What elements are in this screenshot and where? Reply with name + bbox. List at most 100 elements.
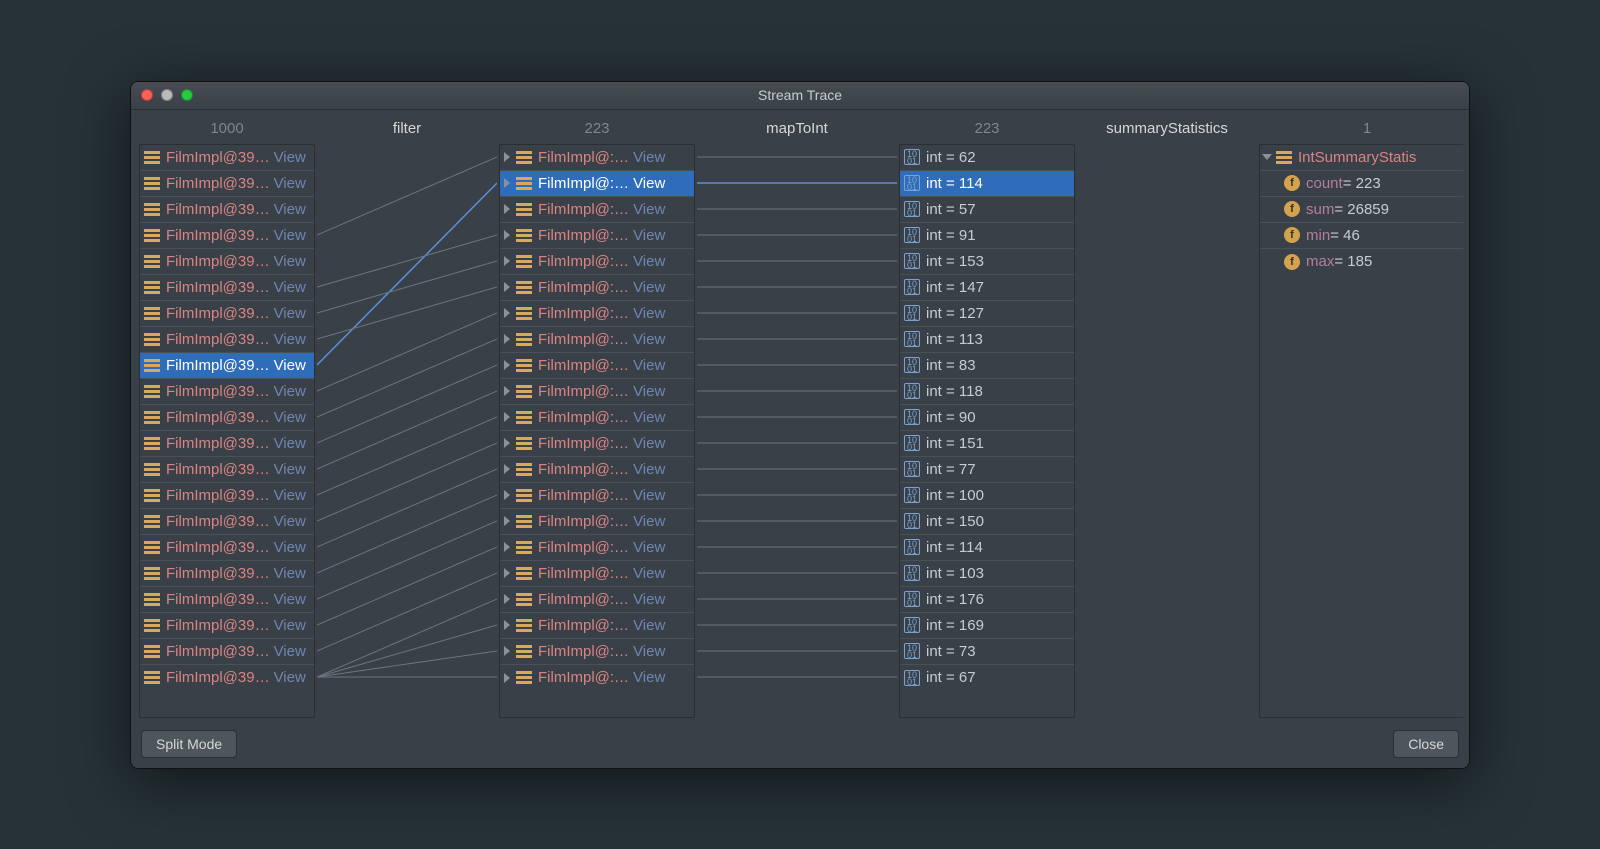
chevron-right-icon[interactable] (504, 542, 510, 552)
summary-field[interactable]: fcount = 223 (1260, 171, 1463, 197)
list-item[interactable]: FilmImpl@:…View (500, 275, 694, 301)
view-link[interactable]: View (274, 565, 306, 582)
list-item[interactable]: FilmImpl@39…View (140, 405, 314, 431)
list-item[interactable]: int = 62 (900, 145, 1074, 171)
chevron-right-icon[interactable] (504, 256, 510, 266)
list-item[interactable]: int = 77 (900, 457, 1074, 483)
list-item[interactable]: FilmImpl@:…View (500, 353, 694, 379)
list-item[interactable]: FilmImpl@39…View (140, 613, 314, 639)
list-item[interactable]: FilmImpl@39…View (140, 301, 314, 327)
view-link[interactable]: View (633, 435, 665, 452)
list-item[interactable]: FilmImpl@39…View (140, 353, 314, 379)
list-item[interactable]: int = 113 (900, 327, 1074, 353)
list-item[interactable]: FilmImpl@39…View (140, 249, 314, 275)
view-link[interactable]: View (633, 357, 665, 374)
view-link[interactable]: View (274, 383, 306, 400)
chevron-right-icon[interactable] (504, 230, 510, 240)
list-item[interactable]: FilmImpl@39…View (140, 197, 314, 223)
summary-panel[interactable]: IntSummaryStatisfcount = 223fsum = 26859… (1259, 144, 1463, 718)
list-item[interactable]: FilmImpl@:…View (500, 431, 694, 457)
list-item[interactable]: FilmImpl@39…View (140, 535, 314, 561)
list-item[interactable]: FilmImpl@39…View (140, 327, 314, 353)
window-minimize-icon[interactable] (161, 89, 173, 101)
list-item[interactable]: FilmImpl@39…View (140, 587, 314, 613)
view-link[interactable]: View (633, 227, 665, 244)
list-item[interactable]: int = 151 (900, 431, 1074, 457)
list-item[interactable]: FilmImpl@:…View (500, 327, 694, 353)
view-link[interactable]: View (274, 201, 306, 218)
chevron-right-icon[interactable] (504, 386, 510, 396)
list-item[interactable]: FilmImpl@39…View (140, 223, 314, 249)
view-link[interactable]: View (633, 513, 665, 530)
view-link[interactable]: View (633, 409, 665, 426)
view-link[interactable]: View (274, 279, 306, 296)
chevron-right-icon[interactable] (504, 438, 510, 448)
view-link[interactable]: View (633, 331, 665, 348)
list-item[interactable]: int = 147 (900, 275, 1074, 301)
view-link[interactable]: View (633, 591, 665, 608)
list-item[interactable]: FilmImpl@:…View (500, 223, 694, 249)
list-item[interactable]: FilmImpl@39…View (140, 379, 314, 405)
list-item[interactable]: FilmImpl@:…View (500, 639, 694, 665)
summary-field[interactable]: fmin = 46 (1260, 223, 1463, 249)
list-item[interactable]: FilmImpl@:…View (500, 197, 694, 223)
chevron-right-icon[interactable] (504, 412, 510, 422)
source-panel[interactable]: FilmImpl@39…ViewFilmImpl@39…ViewFilmImpl… (139, 144, 315, 718)
list-item[interactable]: int = 103 (900, 561, 1074, 587)
view-link[interactable]: View (274, 357, 306, 374)
view-link[interactable]: View (274, 305, 306, 322)
list-item[interactable]: FilmImpl@:…View (500, 301, 694, 327)
list-item[interactable]: FilmImpl@39…View (140, 639, 314, 665)
int-result-panel[interactable]: int = 62int = 114int = 57int = 91int = 1… (899, 144, 1075, 718)
list-item[interactable]: int = 176 (900, 587, 1074, 613)
view-link[interactable]: View (633, 149, 665, 166)
view-link[interactable]: View (274, 227, 306, 244)
list-item[interactable]: FilmImpl@:…View (500, 145, 694, 171)
list-item[interactable]: int = 91 (900, 223, 1074, 249)
view-link[interactable]: View (633, 383, 665, 400)
chevron-right-icon[interactable] (504, 204, 510, 214)
chevron-down-icon[interactable] (1262, 154, 1272, 160)
chevron-right-icon[interactable] (504, 620, 510, 630)
view-link[interactable]: View (274, 149, 306, 166)
view-link[interactable]: View (274, 617, 306, 634)
list-item[interactable]: FilmImpl@39…View (140, 431, 314, 457)
view-link[interactable]: View (274, 331, 306, 348)
list-item[interactable]: FilmImpl@39…View (140, 665, 314, 691)
chevron-right-icon[interactable] (504, 568, 510, 578)
view-link[interactable]: View (274, 643, 306, 660)
list-item[interactable]: int = 169 (900, 613, 1074, 639)
list-item[interactable]: FilmImpl@:…View (500, 665, 694, 691)
view-link[interactable]: View (274, 669, 306, 686)
list-item[interactable]: FilmImpl@:…View (500, 171, 694, 197)
list-item[interactable]: FilmImpl@39…View (140, 561, 314, 587)
view-link[interactable]: View (633, 201, 665, 218)
chevron-right-icon[interactable] (504, 673, 510, 683)
list-item[interactable]: int = 118 (900, 379, 1074, 405)
list-item[interactable]: FilmImpl@:…View (500, 613, 694, 639)
list-item[interactable]: FilmImpl@39…View (140, 457, 314, 483)
view-link[interactable]: View (274, 435, 306, 452)
chevron-right-icon[interactable] (504, 490, 510, 500)
view-link[interactable]: View (274, 409, 306, 426)
list-item[interactable]: int = 83 (900, 353, 1074, 379)
view-link[interactable]: View (633, 643, 665, 660)
list-item[interactable]: int = 114 (900, 171, 1074, 197)
view-link[interactable]: View (633, 175, 665, 192)
view-link[interactable]: View (633, 305, 665, 322)
chevron-right-icon[interactable] (504, 178, 510, 188)
list-item[interactable]: int = 73 (900, 639, 1074, 665)
list-item[interactable]: FilmImpl@:…View (500, 457, 694, 483)
list-item[interactable]: int = 150 (900, 509, 1074, 535)
view-link[interactable]: View (633, 565, 665, 582)
filter-result-panel[interactable]: FilmImpl@:…ViewFilmImpl@:…ViewFilmImpl@:… (499, 144, 695, 718)
view-link[interactable]: View (633, 487, 665, 504)
view-link[interactable]: View (274, 175, 306, 192)
list-item[interactable]: int = 114 (900, 535, 1074, 561)
list-item[interactable]: FilmImpl@:…View (500, 483, 694, 509)
list-item[interactable]: int = 127 (900, 301, 1074, 327)
summary-field[interactable]: fmax = 185 (1260, 249, 1463, 275)
list-item[interactable]: FilmImpl@39…View (140, 275, 314, 301)
chevron-right-icon[interactable] (504, 334, 510, 344)
list-item[interactable]: FilmImpl@:…View (500, 561, 694, 587)
